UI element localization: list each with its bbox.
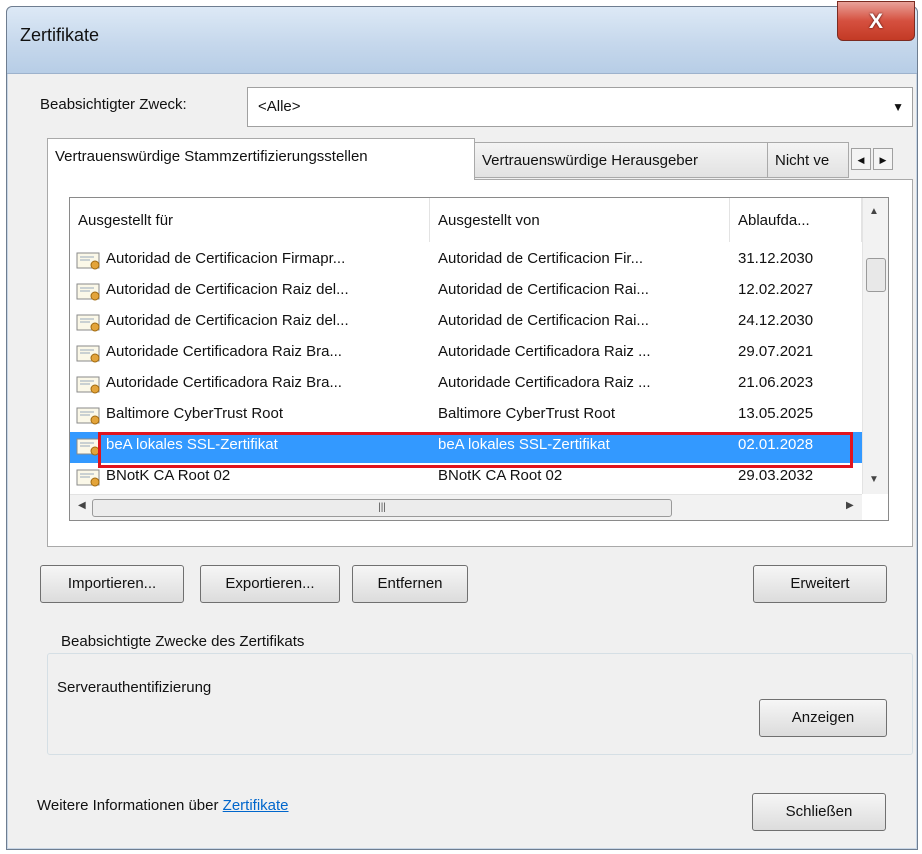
vertical-scrollbar[interactable]: ▲ ▼: [862, 198, 888, 494]
certificate-icon: [76, 469, 100, 487]
export-button[interactable]: Exportieren...: [200, 565, 340, 603]
table-row[interactable]: Autoridade Certificadora Raiz Bra... Auto…: [70, 370, 862, 401]
cell-issued-to: Baltimore CyberTrust Root: [106, 405, 283, 422]
scroll-up-icon[interactable]: ▲: [869, 206, 879, 217]
certificate-icon: [76, 345, 100, 363]
cell-issued-to: Autoridade Certificadora Raiz Bra...: [106, 374, 342, 391]
certificate-icon: [76, 407, 100, 425]
cell-issued-to: Autoridad de Certificacion Raiz del...: [106, 312, 349, 329]
tab-trusted-publishers[interactable]: Vertrauenswürdige Herausgeber: [474, 142, 768, 178]
title-bar[interactable]: Zertifikate X: [7, 1, 917, 74]
certificate-icon: [76, 376, 100, 394]
close-button[interactable]: Schließen: [752, 793, 886, 831]
cell-issued-to: BNotK CA Root 02: [106, 467, 231, 484]
horizontal-scroll-thumb[interactable]: |||: [92, 499, 672, 517]
cell-issued-by: Autoridade Certificadora Raiz ...: [438, 343, 651, 360]
cell-expires: 31.12.2030: [738, 250, 814, 267]
cell-expires: 29.03.2032: [738, 467, 814, 484]
certificate-icon: [76, 283, 100, 301]
tab-untrusted[interactable]: Nicht ve: [767, 142, 849, 178]
import-button[interactable]: Importieren...: [40, 565, 184, 603]
certificate-icon: [76, 314, 100, 332]
column-header-expiration[interactable]: Ablaufda...: [730, 198, 862, 242]
scroll-right-icon[interactable]: ▶: [846, 500, 854, 511]
certificate-list[interactable]: Ausgestellt für Ausgestellt von Ablaufda…: [69, 197, 889, 521]
cell-issued-to: Autoridade Certificadora Raiz Bra...: [106, 343, 342, 360]
cell-expires: 12.02.2027: [738, 281, 814, 298]
table-row[interactable]: beA lokales SSL-Zertifikat beA lokales SS…: [70, 432, 862, 463]
cell-issued-by: Autoridad de Certificacion Rai...: [438, 312, 649, 329]
purposes-value: Serverauthentifizierung: [57, 679, 212, 696]
cell-issued-by: Autoridad de Certificacion Rai...: [438, 281, 649, 298]
cell-issued-by: Autoridad de Certificacion Fir...: [438, 250, 644, 267]
close-window-button[interactable]: X: [837, 1, 915, 41]
tab-label: Vertrauenswürdige Stammzertifizierungsst…: [55, 148, 368, 165]
certificates-dialog: Zertifikate X Beabsichtigter Zweck: <All…: [6, 1, 918, 850]
column-header-issued-to[interactable]: Ausgestellt für: [70, 198, 430, 242]
purposes-group-title: Beabsichtigte Zwecke des Zertifikats: [57, 633, 309, 650]
table-row[interactable]: Autoridade Certificadora Raiz Bra... Auto…: [70, 339, 862, 370]
cell-issued-to: beA lokales SSL-Zertifikat: [106, 436, 278, 453]
purpose-combobox[interactable]: <Alle> ▼: [247, 87, 913, 127]
tab-label: Nicht ve: [775, 152, 830, 169]
table-row[interactable]: Baltimore CyberTrust Root Baltimore Cyber…: [70, 401, 862, 432]
purpose-value: <Alle>: [258, 98, 301, 115]
certificate-icon: [76, 438, 100, 456]
cell-expires: 21.06.2023: [738, 374, 814, 391]
vertical-scroll-thumb[interactable]: [866, 258, 886, 292]
table-row[interactable]: Autoridad de Certificacion Raiz del... Au…: [70, 277, 862, 308]
scroll-left-icon[interactable]: ◀: [78, 500, 86, 511]
more-info-label: Weitere Informationen über: [37, 797, 219, 814]
tab-scroll-left-icon[interactable]: ◀: [851, 148, 871, 170]
table-row[interactable]: Autoridad de Certificacion Raiz del... Au…: [70, 308, 862, 339]
cell-expires: 13.05.2025: [738, 405, 814, 422]
table-row[interactable]: BNotK CA Root 02 BNotK CA Root 02 29.03.20…: [70, 463, 862, 494]
column-header-issued-by[interactable]: Ausgestellt von: [430, 198, 730, 242]
tab-scroll-right-icon[interactable]: ▶: [873, 148, 893, 170]
cell-expires: 29.07.2021: [738, 343, 814, 360]
table-row[interactable]: Autoridad de Certificacion Firmapr... Aut…: [70, 246, 862, 277]
remove-button[interactable]: Entfernen: [352, 565, 468, 603]
tab-label: Vertrauenswürdige Herausgeber: [482, 152, 698, 169]
scroll-down-icon[interactable]: ▼: [869, 474, 879, 485]
view-button[interactable]: Anzeigen: [759, 699, 887, 737]
cell-expires: 02.01.2028: [738, 436, 814, 453]
cell-expires: 24.12.2030: [738, 312, 814, 329]
certificate-icon: [76, 252, 100, 270]
cell-issued-to: Autoridad de Certificacion Raiz del...: [106, 281, 349, 298]
certificates-help-link[interactable]: Zertifikate: [223, 797, 289, 814]
more-info-text: Weitere Informationen über Zertifikate: [37, 797, 289, 814]
cell-issued-by: Baltimore CyberTrust Root: [438, 405, 615, 422]
cell-issued-to: Autoridad de Certificacion Firmapr...: [106, 250, 346, 267]
chevron-down-icon: ▼: [892, 100, 904, 114]
cell-issued-by: Autoridade Certificadora Raiz ...: [438, 374, 651, 391]
purpose-label: Beabsichtigter Zweck:: [40, 96, 187, 113]
horizontal-scrollbar[interactable]: ◀ ||| ▶: [70, 494, 862, 520]
cell-issued-by: BNotK CA Root 02: [438, 467, 563, 484]
cell-issued-by: beA lokales SSL-Zertifikat: [438, 436, 610, 453]
tab-trusted-root-ca[interactable]: Vertrauenswürdige Stammzertifizierungsst…: [47, 138, 475, 180]
dialog-title: Zertifikate: [20, 25, 100, 45]
advanced-button[interactable]: Erweitert: [753, 565, 887, 603]
